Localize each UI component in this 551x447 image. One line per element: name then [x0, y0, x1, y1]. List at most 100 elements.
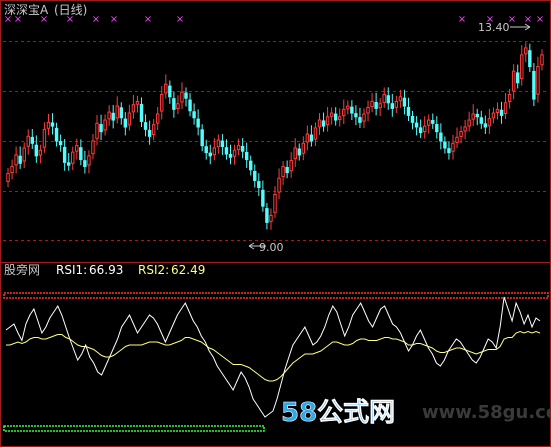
candle-down: [257, 181, 261, 189]
rsi2-value: 62.49: [171, 263, 205, 277]
candle-up: [536, 66, 540, 95]
candle-up: [6, 173, 10, 182]
candle-up: [232, 149, 237, 157]
candle-down: [358, 117, 362, 123]
candle-down: [168, 85, 172, 98]
candle-down: [111, 112, 115, 121]
candle-up: [107, 111, 111, 120]
candle-up: [451, 142, 455, 152]
candle-up: [398, 96, 403, 102]
candle-down: [475, 113, 479, 118]
candle-down: [249, 160, 253, 171]
candle-up: [127, 112, 132, 126]
candle-down: [309, 134, 314, 142]
candle-down: [285, 166, 289, 174]
candle-down: [439, 132, 443, 142]
candle-up: [180, 91, 184, 103]
watermark-url: www.58gu.com: [422, 402, 551, 423]
candle-down: [410, 115, 415, 123]
candle-up: [273, 193, 277, 213]
candle-down: [224, 147, 229, 155]
candle-down: [18, 155, 22, 164]
candle-down: [532, 70, 536, 100]
candle-down: [200, 129, 204, 147]
price-low-label: 9.00: [259, 241, 284, 254]
candle-down: [350, 106, 354, 114]
candle-up: [95, 122, 99, 139]
candle-down: [30, 136, 35, 144]
candle-up: [362, 113, 366, 122]
candle-up: [160, 93, 164, 112]
candle-up: [277, 177, 281, 193]
candle-down: [515, 72, 520, 84]
signal-marker: ×: [176, 14, 184, 25]
candle-up: [151, 124, 156, 136]
signal-marker: ×: [66, 14, 74, 25]
signal-marker: ×: [4, 14, 12, 25]
candle-down: [528, 50, 532, 68]
candle-down: [143, 122, 148, 130]
candle-up: [427, 119, 431, 126]
candle-down: [220, 140, 225, 148]
candle-up: [338, 116, 342, 121]
candle-down: [208, 152, 212, 157]
signal-marker: ×: [536, 14, 544, 25]
candle-down: [374, 101, 378, 109]
candle-up: [293, 147, 297, 160]
candle-up: [305, 133, 310, 143]
candle-up: [463, 126, 467, 132]
candle-up: [455, 136, 459, 143]
candle-up: [91, 140, 95, 155]
candle-down: [244, 151, 249, 161]
candle-up: [491, 112, 496, 119]
candle-down: [184, 92, 188, 99]
candle-up: [459, 131, 463, 137]
candle-down: [261, 189, 265, 207]
candle-up: [176, 103, 180, 110]
candle-up: [378, 103, 382, 109]
candle-down: [333, 113, 338, 121]
stock-chart[interactable]: 深深宝A (日线) × × × × × × × × × × × × × 13.40 9.00 股旁网 R…: [0, 0, 551, 447]
candle-down: [443, 141, 447, 149]
candle-up: [14, 154, 18, 166]
candle-down: [99, 124, 103, 133]
candle-up: [382, 93, 386, 103]
candle-down: [196, 118, 200, 128]
candle-down: [435, 124, 439, 133]
candle-up: [103, 119, 107, 131]
candle-up: [26, 135, 30, 147]
candle-up: [394, 100, 399, 108]
signal-marker: ×: [458, 14, 466, 25]
rsi2-label: RSI2:: [138, 263, 169, 277]
candle-down: [147, 129, 152, 137]
signal-marker: ×: [144, 14, 152, 25]
candle-down: [265, 208, 269, 223]
candle-up: [346, 105, 350, 110]
candle-down: [240, 145, 245, 152]
candle-up: [269, 214, 273, 222]
signal-marker: ×: [110, 14, 118, 25]
candle-down: [406, 106, 411, 116]
candle-up: [135, 100, 140, 105]
candle-up: [495, 108, 500, 114]
candle-down: [172, 98, 176, 110]
candle-down: [431, 120, 435, 124]
candle-up: [164, 83, 168, 94]
candle-up: [22, 147, 26, 162]
candle-up: [317, 119, 322, 128]
candle-up: [131, 104, 136, 113]
candle-down: [34, 144, 39, 157]
candle-down: [79, 147, 83, 161]
signal-marker: ×: [524, 14, 532, 25]
candle-up: [524, 47, 528, 55]
candle-up: [289, 160, 293, 172]
signal-marker: ×: [40, 14, 48, 25]
indicator-name: 股旁网: [4, 262, 40, 277]
candle-up: [329, 112, 334, 117]
signal-marker: ×: [92, 14, 100, 25]
candle-down: [386, 95, 390, 104]
candle-down: [483, 123, 488, 128]
candle-down: [83, 160, 87, 168]
candle-down: [354, 113, 358, 118]
candle-up: [236, 145, 241, 151]
